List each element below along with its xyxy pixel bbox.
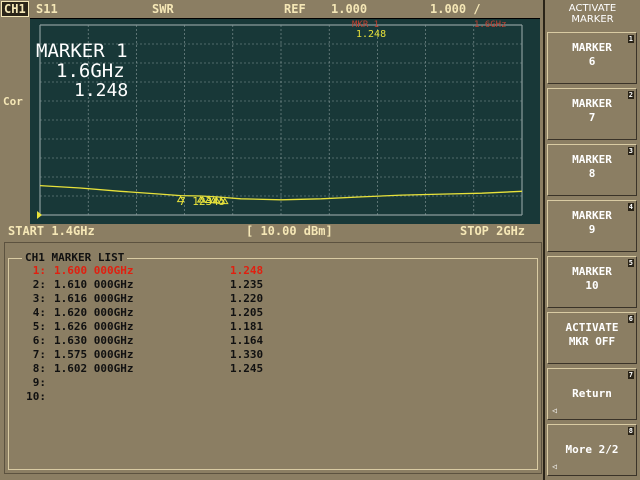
marker-row-index: 5: <box>32 320 46 333</box>
marker-list-row: 3: 1.616 000GHz 1.220 <box>20 292 263 306</box>
softkey-label-line1: MARKER <box>572 41 612 54</box>
status-bar: CH1 S11 SWR REF 1.000 1.000 / <box>0 0 543 18</box>
marker-row-frequency: 1.575 000GHz <box>54 348 134 361</box>
marker-row-index: 9: <box>32 376 46 389</box>
marker-row-frequency: 1.620 000GHz <box>54 306 134 319</box>
marker-list-row: 10: <box>20 390 46 404</box>
marker-row-value: 1.164 <box>230 334 264 347</box>
softkey-label-line2: 8 <box>588 167 596 180</box>
marker-row-index: 3: <box>32 292 46 305</box>
marker-row-frequency: 1.630 000GHz <box>54 334 134 347</box>
marker-row-frequency: 1.626 000GHz <box>54 320 134 333</box>
faint-marker-freq: 1.6GHz <box>474 20 507 30</box>
marker-row-value: 1.245 <box>230 362 264 375</box>
marker-row-value: 1.181 <box>230 320 264 333</box>
trace-display: MKR 1 1.248 1.6GHz MARKER 1 1.6GHz 1.248… <box>30 18 540 224</box>
softkey-title-line1: ACTIVATE <box>568 3 617 14</box>
marker-row-index: 10: <box>26 390 46 403</box>
softkey-menu-title: ACTIVATE MARKER <box>545 3 640 25</box>
marker-row-value: 1.330 <box>230 348 264 361</box>
softkey-1[interactable]: 1 MARKER 6 <box>547 32 637 84</box>
softkey-label-line2: MKR OFF <box>568 335 616 348</box>
softkey-7[interactable]: 7 Return ◁ <box>547 368 637 420</box>
ref-label: REF <box>284 2 306 16</box>
ref-value: 1.000 <box>331 2 368 16</box>
marker-list-row: 2: 1.610 000GHz 1.235 <box>20 278 263 292</box>
start-frequency: START 1.4GHz <box>8 224 95 238</box>
softkey-label-line1: MARKER <box>572 97 612 110</box>
active-marker-readout: 1.248 <box>356 29 386 40</box>
marker-row-value: 1.235 <box>230 278 264 291</box>
softkey-8[interactable]: 8 More 2/2 ◁ <box>547 424 637 476</box>
marker-row-frequency: 1.616 000GHz <box>54 292 134 305</box>
softkey-label-line1: MARKER <box>572 265 612 278</box>
softkey-label-line1: MARKER <box>572 209 612 222</box>
frequency-axis-bar: START 1.4GHz [ 10.00 dBm] STOP 2GHz <box>0 222 543 240</box>
marker-row-value: 1.205 <box>230 306 264 319</box>
format-label: SWR <box>152 2 174 16</box>
source-power: [ 10.00 dBm] <box>246 224 333 238</box>
scale-value: 1.000 / <box>430 2 481 16</box>
softkey-number: 7 <box>627 371 634 379</box>
softkey-4[interactable]: 4 MARKER 9 <box>547 200 637 252</box>
marker-row-index: 8: <box>32 362 46 375</box>
correction-indicator: Cor <box>3 95 23 108</box>
marker-row-value: 1.220 <box>230 292 264 305</box>
stop-frequency: STOP 2GHz <box>460 224 526 238</box>
softkey-label-line1: ACTIVATE <box>565 321 619 334</box>
parameter-label: S11 <box>36 2 58 16</box>
marker-row-frequency: 1.610 000GHz <box>54 278 134 291</box>
trace-marker-labels: 7 12345 <box>179 195 225 208</box>
marker-list-row: 1: 1.600 000GHz 1.248 <box>20 264 263 278</box>
marker-row-frequency: 1.600 000GHz <box>54 264 134 277</box>
marker-row-index: 2: <box>32 278 46 291</box>
softkey-label-line2: 6 <box>588 55 596 68</box>
softkey-2[interactable]: 2 MARKER 7 <box>547 88 637 140</box>
marker-title: MARKER 1 <box>36 40 128 62</box>
marker-frequency: 1.6GHz <box>56 60 125 82</box>
marker-list-row: 5: 1.626 000GHz 1.181 <box>20 320 263 334</box>
submenu-arrow-icon: ◁ <box>552 462 557 471</box>
softkey-title-line2: MARKER <box>571 14 614 25</box>
marker-list-row: 8: 1.602 000GHz 1.245 <box>20 362 263 376</box>
softkey-number: 8 <box>627 427 634 435</box>
marker-row-frequency: 1.602 000GHz <box>54 362 134 375</box>
trace-layer <box>37 184 523 219</box>
softkey-label-line2: 7 <box>588 111 596 124</box>
marker-row-index: 1: <box>32 264 46 277</box>
softkey-label-line1: Return <box>572 387 612 400</box>
marker-value: 1.248 <box>74 80 128 101</box>
marker-list-row: 7: 1.575 000GHz 1.330 <box>20 348 263 362</box>
trace-chart: MKR 1 1.248 1.6GHz MARKER 1 1.6GHz 1.248… <box>36 20 523 219</box>
submenu-arrow-icon: ◁ <box>552 406 557 415</box>
softkey-3[interactable]: 3 MARKER 8 <box>547 144 637 196</box>
marker-row-value: 1.248 <box>230 264 264 277</box>
softkey-label-line1: More 2/2 <box>565 443 619 456</box>
marker-row-index: 6: <box>32 334 46 347</box>
softkey-label-line1: MARKER <box>572 153 612 166</box>
marker-list-title: CH1 MARKER LIST <box>22 251 128 264</box>
marker-row-index: 7: <box>32 348 46 361</box>
channel-badge[interactable]: CH1 <box>1 1 29 17</box>
softkey-label-line2: 9 <box>588 223 596 236</box>
marker-list-row: 4: 1.620 000GHz 1.205 <box>20 306 263 320</box>
marker-row-index: 4: <box>32 306 46 319</box>
softkey-label-line2: 10 <box>585 279 599 292</box>
marker-list-row: 6: 1.630 000GHz 1.164 <box>20 334 263 348</box>
softkey-5[interactable]: 5 MARKER 10 <box>547 256 637 308</box>
softkey-6[interactable]: 6 ACTIVATE MKR OFF <box>547 312 637 364</box>
marker-list-row: 9: <box>20 376 46 390</box>
